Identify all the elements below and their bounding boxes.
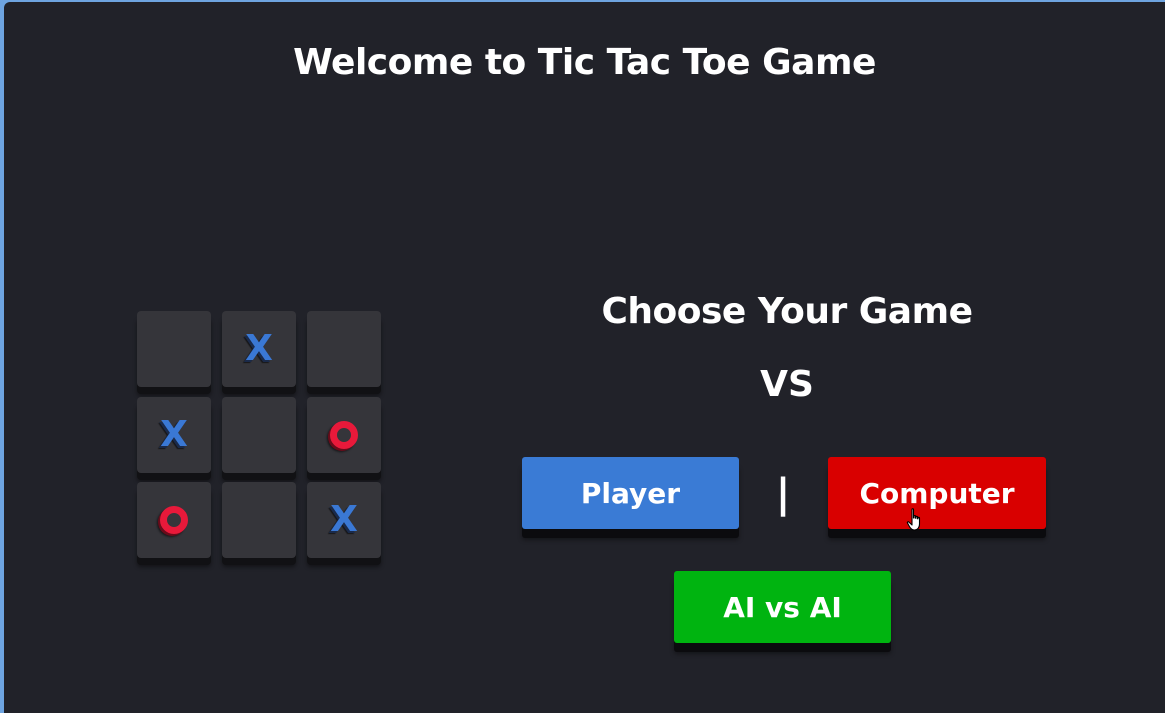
board-cell-1: [137, 311, 211, 387]
separator: |: [775, 471, 791, 517]
computer-button[interactable]: Computer: [828, 457, 1046, 529]
ai-vs-ai-button[interactable]: AI vs AI: [674, 571, 891, 643]
demo-board: X X X: [137, 311, 383, 563]
o-mark-icon: [330, 421, 358, 449]
player-button[interactable]: Player: [522, 457, 739, 529]
x-mark-icon: X: [330, 499, 358, 540]
x-mark-icon: X: [245, 328, 273, 369]
board-cell-6: [307, 397, 381, 473]
o-mark-icon: [160, 506, 188, 534]
board-cell-3: [307, 311, 381, 387]
board-cell-2: X: [222, 311, 296, 387]
board-cell-7: [137, 482, 211, 558]
page-title: Welcome to Tic Tac Toe Game: [293, 42, 876, 83]
x-mark-icon: X: [160, 414, 188, 455]
board-cell-4: X: [137, 397, 211, 473]
board-cell-9: X: [307, 482, 381, 558]
game-window: Welcome to Tic Tac Toe Game X X X Choose…: [4, 2, 1165, 713]
board-cell-8: [222, 482, 296, 558]
choose-game-heading: Choose Your Game: [601, 291, 973, 332]
hand-pointer-icon: [906, 508, 921, 531]
board-cell-5: [222, 397, 296, 473]
vs-label: VS: [760, 364, 814, 405]
